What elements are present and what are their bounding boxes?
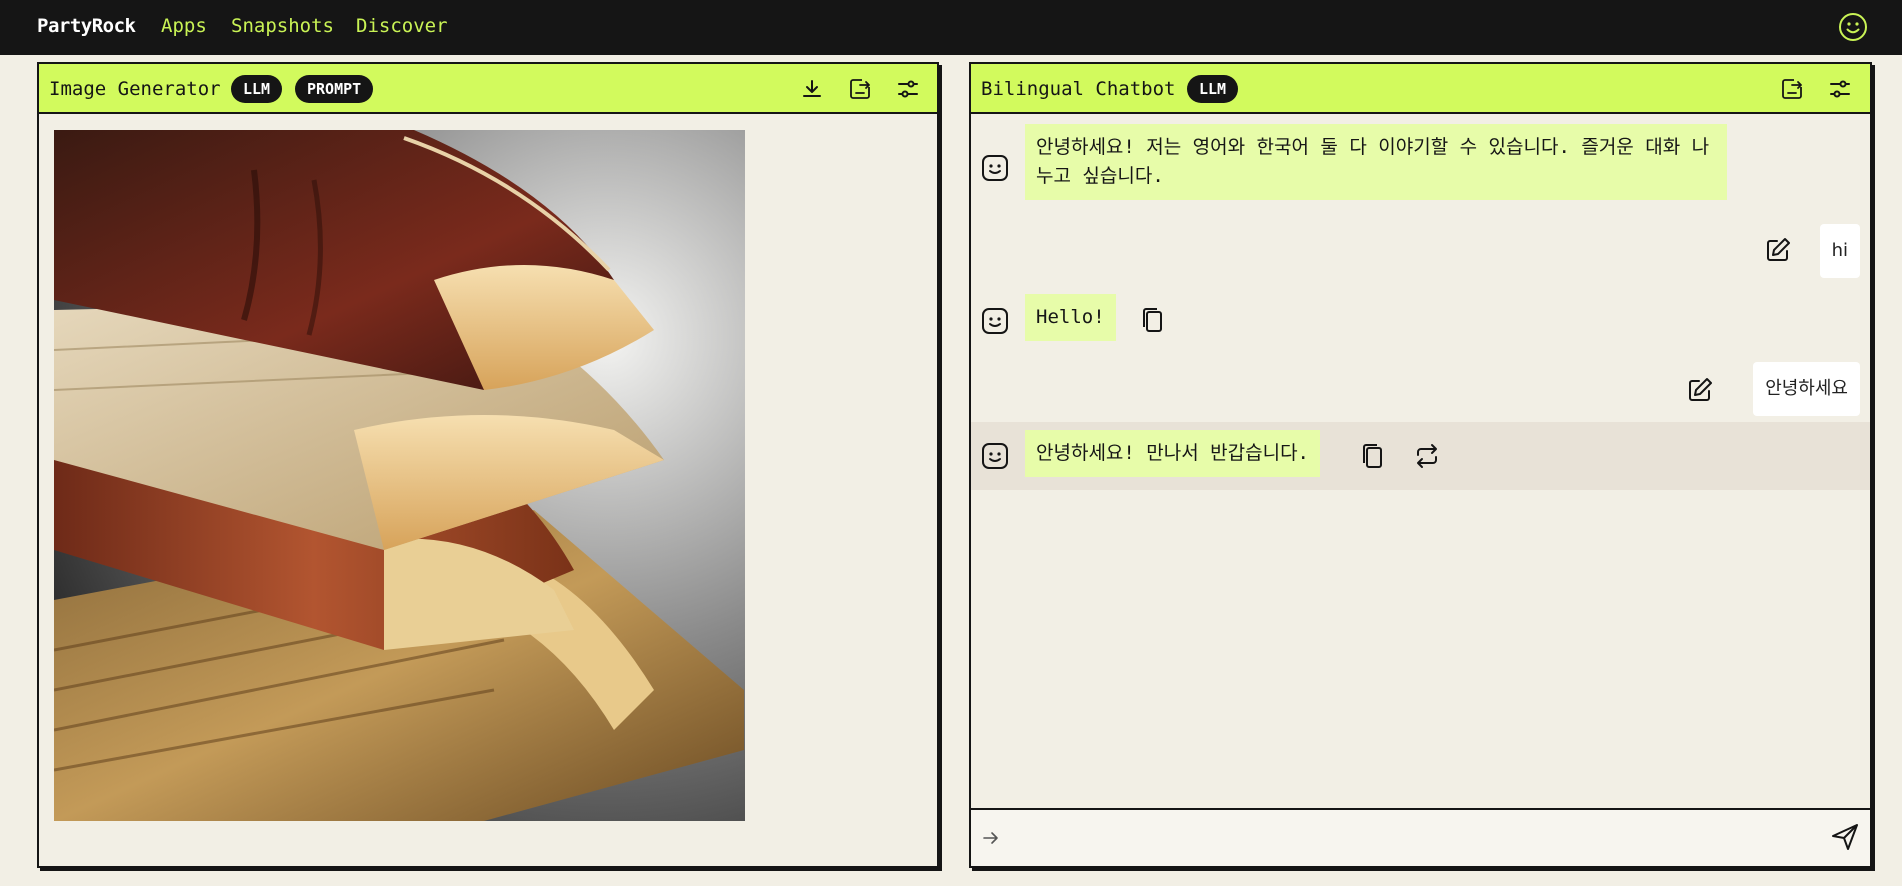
bot-avatar-icon xyxy=(981,154,1009,182)
panel-header: Image Generator LLM PROMPT xyxy=(39,64,937,114)
bot-avatar-icon xyxy=(981,307,1009,335)
generated-image[interactable] xyxy=(54,130,745,821)
nav-link-apps[interactable]: Apps xyxy=(161,15,207,37)
llm-badge: LLM xyxy=(231,75,283,103)
chat-message-user: hi xyxy=(971,222,1870,282)
chat-message-bot: Hello! xyxy=(971,292,1870,352)
user-message-bubble: hi xyxy=(1819,224,1860,278)
user-message-bubble: 안녕하세요 xyxy=(1753,362,1860,416)
panel-title: Image Generator xyxy=(49,78,221,100)
nav-link-snapshots[interactable]: Snapshots xyxy=(231,15,334,37)
panel-header: Bilingual Chatbot LLM xyxy=(971,64,1870,114)
bot-avatar-icon xyxy=(981,442,1009,470)
bot-message-bubble: Hello! xyxy=(1025,294,1116,341)
top-nav: PartyRock Apps Snapshots Discover xyxy=(0,0,1902,55)
send-icon[interactable] xyxy=(1830,822,1860,852)
nav-link-discover[interactable]: Discover xyxy=(356,15,448,37)
arrow-right-icon xyxy=(981,828,1001,848)
regenerate-icon[interactable] xyxy=(1413,442,1441,470)
edit-icon[interactable] xyxy=(1764,236,1792,264)
llm-badge: LLM xyxy=(1187,75,1239,103)
download-icon[interactable] xyxy=(799,76,825,102)
panel-title: Bilingual Chatbot xyxy=(981,78,1176,100)
image-generator-panel: Image Generator LLM PROMPT xyxy=(37,62,939,868)
copy-icon[interactable] xyxy=(1359,442,1387,470)
chat-message-bot: 안녕하세요! 저는 영어와 한국어 둘 다 이야기할 수 있습니다. 즐거운 대… xyxy=(971,122,1870,212)
prompt-badge[interactable]: PROMPT xyxy=(295,75,374,103)
chat-message-user: 안녕하세요 xyxy=(971,360,1870,420)
chat-input-bar xyxy=(971,808,1870,866)
chat-message-bot: 안녕하세요! 만나서 반갑습니다. xyxy=(971,422,1870,490)
brand-logo[interactable]: PartyRock xyxy=(37,15,136,37)
bot-message-bubble: 안녕하세요! 저는 영어와 한국어 둘 다 이야기할 수 있습니다. 즐거운 대… xyxy=(1025,124,1727,200)
settings-sliders-icon[interactable] xyxy=(1827,76,1853,102)
share-icon[interactable] xyxy=(1779,76,1805,102)
bot-message-bubble: 안녕하세요! 만나서 반갑습니다. xyxy=(1025,430,1320,477)
chat-message-input[interactable] xyxy=(1011,820,1781,856)
smiley-icon[interactable] xyxy=(1838,12,1868,42)
bilingual-chatbot-panel: Bilingual Chatbot LLM 안녕하세요! 저는 영어와 한국어 … xyxy=(969,62,1872,868)
edit-icon[interactable] xyxy=(1686,376,1714,404)
settings-sliders-icon[interactable] xyxy=(895,76,921,102)
copy-icon[interactable] xyxy=(1139,306,1167,334)
share-icon[interactable] xyxy=(847,76,873,102)
